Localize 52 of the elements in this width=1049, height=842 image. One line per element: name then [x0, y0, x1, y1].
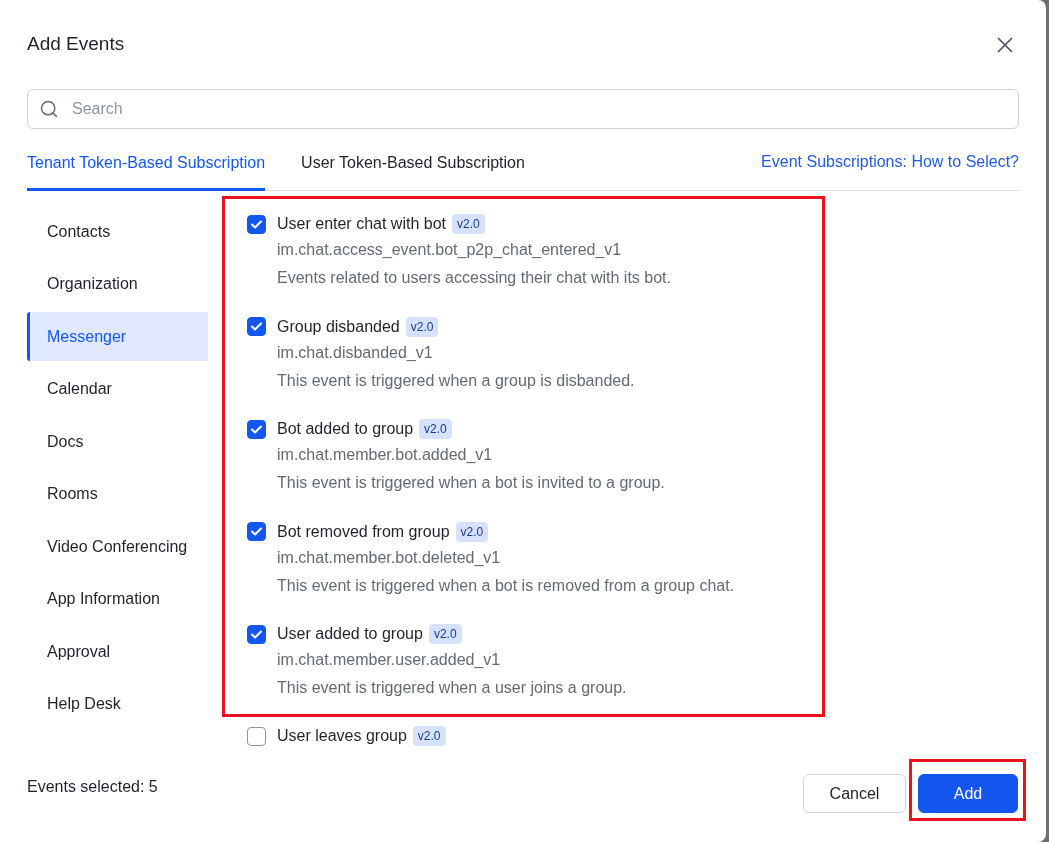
version-tag: v2.0: [419, 419, 452, 439]
checkbox[interactable]: [247, 624, 266, 644]
event-name: User added to group: [277, 624, 423, 644]
help-link[interactable]: Event Subscriptions: How to Select?: [761, 150, 1019, 190]
checkmark-icon: [251, 527, 262, 536]
version-tag: v2.0: [451, 214, 485, 234]
version-tag: v2.0: [428, 624, 462, 644]
dialog-title: Add Events: [27, 32, 125, 57]
event-name: User enter chat with bot: [277, 214, 446, 234]
version-tag: v2.0: [455, 521, 489, 542]
event-code: im.chat.member.bot.added_v1: [277, 445, 494, 465]
add-button[interactable]: Add: [918, 774, 1018, 813]
event-name: User leaves group: [277, 726, 407, 746]
event-name: Bot removed from group: [277, 521, 450, 542]
event-code: im.chat.access_event.bot_p2p_chat_entered_v1: [277, 240, 623, 260]
sidebar-item[interactable]: Organization: [27, 259, 208, 309]
sidebar-item[interactable]: Docs: [27, 417, 208, 466]
search-field[interactable]: Search: [27, 89, 1019, 129]
sidebar-item[interactable]: Contacts: [27, 207, 208, 256]
selected-count: Events selected: 5: [27, 777, 158, 797]
cancel-button[interactable]: Cancel: [803, 774, 906, 813]
tab[interactable]: Tenant Token-Based Subscription: [27, 143, 266, 191]
checkbox[interactable]: [247, 214, 266, 234]
event-description: This event is triggered when a bot is removed from a group chat.: [277, 575, 735, 596]
sidebar-item[interactable]: Video Conferencing: [27, 522, 208, 571]
checkbox[interactable]: [247, 726, 266, 746]
checkmark-icon: [251, 629, 262, 639]
event-name: Group disbanded: [277, 316, 400, 337]
tab[interactable]: User Token-Based Subscription: [301, 143, 525, 191]
sidebar-item[interactable]: Messenger: [27, 312, 208, 361]
checkmark-icon: [251, 424, 262, 434]
event-description: Events related to users accessing their chat with its bot.: [277, 268, 671, 288]
checkbox[interactable]: [247, 419, 266, 439]
sidebar-item[interactable]: Calendar: [27, 364, 208, 414]
event-description: This event is triggered when a group is disbanded.: [277, 370, 635, 391]
sidebar-item[interactable]: Rooms: [27, 469, 208, 519]
checkbox[interactable]: [247, 522, 266, 541]
event-code: im.chat.disbanded_v1: [277, 342, 434, 363]
version-tag: v2.0: [405, 316, 439, 337]
sidebar-item[interactable]: Help Desk: [27, 679, 208, 729]
version-tag: v2.0: [412, 726, 446, 746]
checkmark-icon: [251, 219, 262, 229]
checkmark-icon: [251, 322, 262, 331]
sidebar-item[interactable]: Approval: [27, 627, 208, 676]
event-code: im.chat.member.bot.deleted_v1: [277, 547, 502, 568]
event-description: This event is triggered when a user joins a group.: [277, 678, 627, 698]
event-name: Bot added to group: [277, 419, 414, 439]
sidebar-item[interactable]: App Information: [27, 574, 208, 624]
event-code: im.chat.member.user.added_v1: [277, 650, 502, 670]
event-description: This event is triggered when a bot is invited to a group.: [277, 473, 665, 493]
search-icon: [39, 99, 59, 119]
checkbox[interactable]: [247, 317, 266, 336]
